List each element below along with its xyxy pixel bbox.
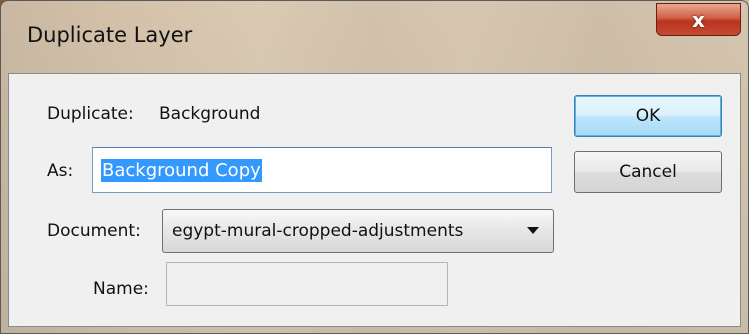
as-label: As: [47, 161, 74, 181]
close-icon: x [692, 7, 705, 32]
dialog-title: Duplicate Layer [27, 23, 193, 47]
name-label: Name: [93, 279, 149, 299]
document-label: Document: [47, 221, 141, 241]
duplicate-label: Duplicate: [47, 104, 134, 124]
document-dropdown-value: egypt-mural-cropped-adjustments [172, 221, 464, 241]
cancel-button[interactable]: Cancel [574, 151, 722, 193]
document-dropdown[interactable]: egypt-mural-cropped-adjustments [162, 209, 554, 253]
as-input-selected-text: Background Copy [101, 158, 262, 182]
title-bar[interactable]: Duplicate Layer x [1, 1, 748, 73]
duplicate-layer-dialog: Duplicate Layer x Duplicate: Background … [0, 0, 749, 334]
dialog-content: Duplicate: Background As: Background Cop… [8, 73, 741, 327]
ok-button[interactable]: OK [574, 95, 722, 137]
dropdown-arrow-icon [527, 227, 539, 234]
name-input[interactable] [166, 262, 448, 306]
as-input[interactable]: Background Copy [92, 147, 552, 193]
duplicate-value: Background [159, 104, 261, 124]
close-button[interactable]: x [656, 3, 741, 36]
